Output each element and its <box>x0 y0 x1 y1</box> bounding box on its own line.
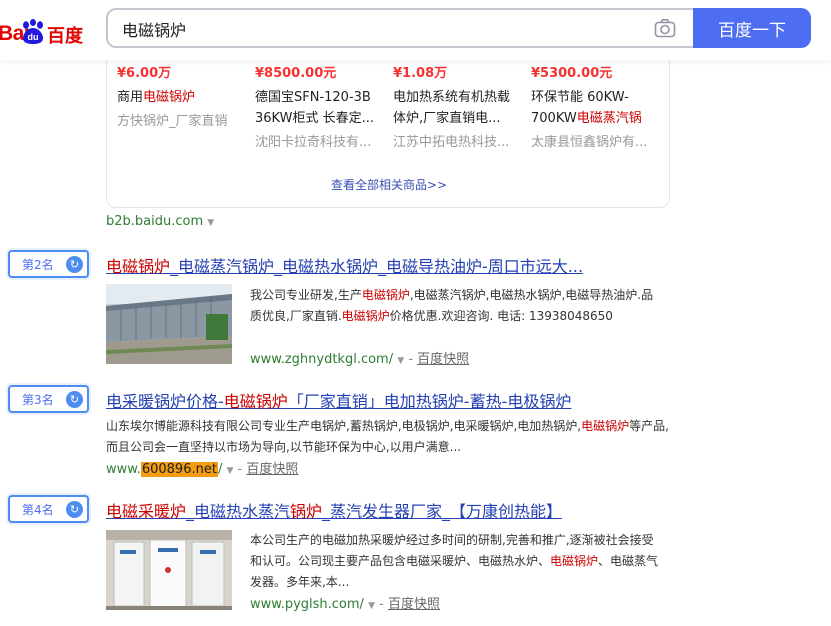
product-title[interactable]: 环保节能 60KW-700KW电磁蒸汽锅 <box>531 87 659 129</box>
snapshot-link[interactable]: 百度快照 <box>388 597 440 612</box>
product-item[interactable]: ¥1.08万 电加热系统有机热载体炉,厂家直销电... 江苏中拓电热科技... <box>393 64 521 153</box>
product-item[interactable]: ¥6.00万 商用电磁锅炉 方快锅炉_厂家直销 <box>117 64 245 132</box>
view-all-products-link[interactable]: 查看全部相关商品>> <box>107 176 671 193</box>
result-snippet: 山东埃尔博能源科技有限公司专业生产电锅炉,蓄热锅炉,电极锅炉,电采暖锅炉,电加热… <box>106 419 669 454</box>
chevron-down-icon[interactable]: ▼ <box>368 601 375 611</box>
rank-arrow-icon: ↻ <box>66 501 83 518</box>
rank-badge: 第4名 ↻ <box>8 495 89 523</box>
product-shop[interactable]: 沈阳卡拉奇科技有... <box>255 133 383 153</box>
search-button[interactable]: 百度一下 <box>693 8 811 48</box>
source-domain[interactable]: b2b.baidu.com ▼ <box>106 214 214 229</box>
chevron-down-icon[interactable]: ▼ <box>207 218 214 228</box>
result-url-line: www.zghnydtkgl.com/ ▼ - 百度快照 <box>250 352 470 367</box>
result-thumbnail[interactable] <box>106 284 232 364</box>
paw-logo-icon: du <box>23 19 43 44</box>
rank-arrow-icon: ↻ <box>66 391 83 408</box>
product-price: ¥8500.00元 <box>255 66 337 81</box>
snapshot-link[interactable]: 百度快照 <box>417 352 469 367</box>
search-input[interactable] <box>122 18 642 40</box>
search-box <box>106 8 694 48</box>
product-title[interactable]: 商用电磁锅炉 <box>117 87 245 108</box>
logo-du-text: du <box>28 32 39 42</box>
snapshot-link[interactable]: 百度快照 <box>246 462 298 477</box>
product-price: ¥1.08万 <box>393 66 448 81</box>
result-thumbnail[interactable] <box>106 530 232 610</box>
product-card: ¥6.00万 商用电磁锅炉 方快锅炉_厂家直销 ¥8500.00元 德国宝SFN… <box>106 60 670 208</box>
product-shop[interactable]: 江苏中拓电热科技... <box>393 133 521 153</box>
rank-arrow-icon: ↻ <box>66 256 83 273</box>
rank-label: 第4名 <box>22 503 54 517</box>
result-url[interactable]: www.zghnydtkgl.com/ <box>250 352 393 367</box>
result-snippet: 本公司生产的电磁加热采暖炉经过多时间的研制,完善和推广,逐渐被社会接受和认可。公… <box>250 533 659 589</box>
result-title-link[interactable]: 电磁锅炉_电磁蒸汽锅炉_电磁热水锅炉_电磁导热油炉-周口市远大... <box>106 253 583 277</box>
result-url[interactable]: www.600896.net/ <box>106 462 222 477</box>
baidu-logo[interactable]: Bai du 百度 <box>0 10 92 50</box>
result-title-link[interactable]: 电磁采暖炉_电磁热水蒸汽锅炉_蒸汽发生器厂家_【万康创热能】 <box>106 498 562 522</box>
rank-badge: 第3名 ↻ <box>8 385 89 413</box>
product-price: ¥6.00万 <box>117 66 172 81</box>
camera-icon[interactable] <box>654 18 676 38</box>
rank-badge: 第2名 ↻ <box>8 250 89 278</box>
rank-label: 第2名 <box>22 258 54 272</box>
product-item[interactable]: ¥5300.00元 环保节能 60KW-700KW电磁蒸汽锅 太康县恒鑫锅炉有.… <box>531 64 659 153</box>
result-url-line: www.pyglsh.com/ ▼ - 百度快照 <box>250 597 440 612</box>
rank-label: 第3名 <box>22 393 54 407</box>
result-url[interactable]: www.pyglsh.com/ <box>250 597 364 612</box>
header-bar: Bai du 百度 百度一下 <box>0 0 831 60</box>
product-price: ¥5300.00元 <box>531 66 613 81</box>
product-title[interactable]: 德国宝SFN-120-3B 36KW柜式 长春定... <box>255 87 383 129</box>
result-url-line: www.600896.net/ ▼ - 百度快照 <box>106 462 299 477</box>
product-shop[interactable]: 方快锅炉_厂家直销 <box>117 112 245 132</box>
product-title[interactable]: 电加热系统有机热载体炉,厂家直销电... <box>393 87 521 129</box>
chevron-down-icon[interactable]: ▼ <box>397 356 404 366</box>
product-shop[interactable]: 太康县恒鑫锅炉有... <box>531 133 659 153</box>
result-title-link[interactable]: 电采暖锅炉价格-电磁锅炉「厂家直销」电加热锅炉-蓄热-电极锅炉 <box>106 388 571 412</box>
factory-image <box>106 284 232 364</box>
result-snippet: 我公司专业研发,生产电磁锅炉,电磁蒸汽锅炉,电磁热水锅炉,电磁导热油炉.品质优良… <box>250 288 654 323</box>
boiler-image <box>106 530 232 610</box>
logo-baidu-cn: 百度 <box>47 26 83 47</box>
chevron-down-icon[interactable]: ▼ <box>226 466 233 476</box>
product-item[interactable]: ¥8500.00元 德国宝SFN-120-3B 36KW柜式 长春定... 沈阳… <box>255 64 383 153</box>
